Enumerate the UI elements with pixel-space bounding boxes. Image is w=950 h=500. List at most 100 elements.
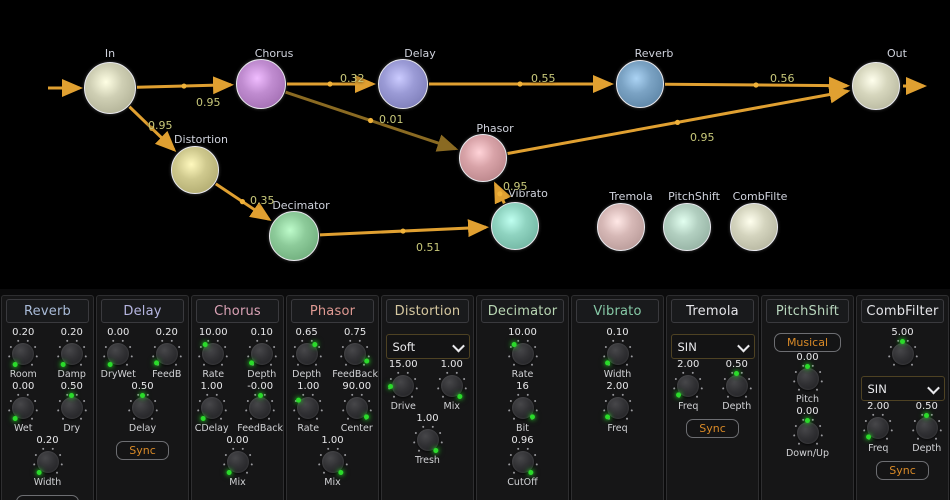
- knob-control[interactable]: 1.00 Tresh: [404, 413, 452, 467]
- knob-dial[interactable]: [291, 339, 322, 369]
- panel-header[interactable]: CombFilter: [861, 299, 944, 323]
- effect-panel-distortion[interactable]: Distortion Soft 15.00 Drive 1.00 Mix 1.00 Tresh: [381, 295, 474, 500]
- edge-weight-label[interactable]: 0.56: [770, 72, 795, 85]
- graph-node-decimator[interactable]: [269, 211, 319, 261]
- knob-dial[interactable]: [507, 447, 538, 477]
- knob-control[interactable]: 0.00 Down/Up: [784, 406, 832, 460]
- knob-control[interactable]: 0.00 Mix: [214, 435, 262, 489]
- knob-dial[interactable]: [8, 393, 39, 423]
- effect-panel-pitchshift[interactable]: PitchShift Musical 0.00 Pitch 0.00 Down/Up: [761, 295, 854, 500]
- panel-header[interactable]: Reverb: [6, 299, 89, 323]
- graph-node-out[interactable]: [852, 62, 900, 110]
- toggle-button-sync[interactable]: Sync: [876, 461, 929, 480]
- panel-header[interactable]: Distortion: [386, 299, 469, 323]
- knob-control[interactable]: -0.00 FeedBack: [237, 381, 283, 435]
- knob-control[interactable]: 0.65 Depth: [287, 327, 326, 381]
- effect-panel-vibrato[interactable]: Vibrato 0.10 Width 2.00 Freq: [571, 295, 664, 500]
- knob-dial[interactable]: [127, 392, 158, 423]
- edge-weight-handle[interactable]: [239, 199, 246, 205]
- effect-panel-reverb[interactable]: Reverb 0.20 Room 0.20 Damp 0.00 Wet 0.50 Dry 0.20…: [1, 295, 94, 500]
- edge-weight-label[interactable]: 0.95: [690, 131, 715, 144]
- knob-control[interactable]: 0.50 Depth: [906, 401, 949, 455]
- knob-dial[interactable]: [792, 417, 823, 448]
- knob-control[interactable]: 0.96 CutOff: [499, 435, 547, 489]
- knob-dial[interactable]: [341, 393, 372, 423]
- knob-control[interactable]: 0.20 Damp: [51, 327, 94, 381]
- knob-control[interactable]: 0.10 Depth: [241, 327, 284, 381]
- graph-node-phasor[interactable]: [459, 134, 507, 182]
- knob-control[interactable]: 0.10 Width: [594, 327, 642, 381]
- edge-weight-handle[interactable]: [181, 83, 187, 89]
- knob-control[interactable]: 0.50 Dry: [51, 381, 94, 435]
- knob-control[interactable]: 0.20 FeedB: [146, 327, 189, 381]
- panel-header[interactable]: Tremola: [671, 299, 754, 323]
- knob-dial[interactable]: [222, 447, 253, 477]
- knob-dial[interactable]: [863, 413, 894, 443]
- edge-weight-label[interactable]: 0.01: [379, 113, 404, 126]
- knob-control[interactable]: 0.50 Delay: [119, 381, 167, 435]
- toggle-button-no-tail[interactable]: No Tail: [16, 495, 79, 500]
- knob-dial[interactable]: [196, 393, 227, 423]
- edge-weight-label[interactable]: 0.35: [250, 194, 275, 207]
- edge-weight-label[interactable]: 0.55: [531, 72, 556, 85]
- knob-dial[interactable]: [507, 339, 538, 369]
- knob-control[interactable]: 0.75 FeedBack: [332, 327, 378, 381]
- signal-flow-graph[interactable]: In Chorus Delay Reverb Out Distortion Phasor De…: [0, 0, 950, 288]
- effect-panel-tremola[interactable]: Tremola SIN 2.00 Freq 0.50 Depth Sync: [666, 295, 759, 500]
- edge-weight-handle[interactable]: [517, 81, 523, 87]
- graph-node-vibrato[interactable]: [491, 202, 539, 250]
- panel-header[interactable]: Decimator: [481, 299, 564, 323]
- knob-control[interactable]: 2.00 Freq: [857, 401, 900, 455]
- knob-dial[interactable]: [507, 393, 538, 423]
- graph-node-reverb[interactable]: [616, 60, 664, 108]
- knob-control[interactable]: 1.00 Mix: [431, 359, 474, 413]
- knob-dial[interactable]: [387, 371, 419, 401]
- graph-node-in[interactable]: [84, 62, 136, 114]
- knob-dial[interactable]: [340, 339, 371, 369]
- knob-dial[interactable]: [151, 339, 182, 369]
- knob-control[interactable]: 0.20 Width: [24, 435, 72, 489]
- knob-dial[interactable]: [602, 339, 633, 369]
- edge-weight-label[interactable]: 0.32: [340, 72, 365, 85]
- knob-dial[interactable]: [792, 363, 823, 394]
- toggle-button-sync[interactable]: Sync: [686, 419, 739, 438]
- panel-header[interactable]: Phasor: [291, 299, 374, 323]
- knob-control[interactable]: 16 Bit: [499, 381, 547, 435]
- panel-header[interactable]: PitchShift: [766, 299, 849, 323]
- knob-dial[interactable]: [8, 339, 39, 369]
- knob-control[interactable]: 1.00 CDelay: [192, 381, 231, 435]
- knob-dial[interactable]: [911, 412, 942, 443]
- knob-control[interactable]: 5.00: [879, 327, 927, 369]
- graph-node-pitchshift[interactable]: [663, 203, 711, 251]
- knob-control[interactable]: 0.00 DryWet: [97, 327, 140, 381]
- effect-panel-combfilter[interactable]: CombFilter 5.00 SIN 2.00 Freq 0.50 Depth Sync: [856, 295, 949, 500]
- edge-weight-label[interactable]: 0.95: [196, 96, 221, 109]
- knob-control[interactable]: 2.00 Freq: [667, 359, 710, 413]
- edge-weight-handle[interactable]: [327, 81, 333, 87]
- graph-node-tremola[interactable]: [597, 203, 645, 251]
- knob-control[interactable]: 0.00 Pitch: [784, 352, 832, 406]
- knob-dial[interactable]: [602, 393, 633, 423]
- knob-control[interactable]: 1.00 Mix: [309, 435, 357, 489]
- effect-panel-phasor[interactable]: Phasor 0.65 Depth 0.75 FeedBack 1.00 Rate 90.00…: [286, 295, 379, 500]
- panel-header[interactable]: Chorus: [196, 299, 279, 323]
- toggle-button-musical[interactable]: Musical: [773, 333, 842, 352]
- knob-dial[interactable]: [436, 371, 467, 401]
- edge-weight-handle[interactable]: [400, 228, 406, 234]
- edge-weight-handle[interactable]: [753, 82, 759, 88]
- knob-dial[interactable]: [317, 447, 348, 477]
- knob-dial[interactable]: [103, 339, 134, 369]
- graph-node-chorus[interactable]: [236, 59, 286, 109]
- knob-dial[interactable]: [887, 338, 918, 369]
- knob-control[interactable]: 15.00 Drive: [382, 359, 425, 413]
- knob-dial[interactable]: [32, 447, 63, 477]
- knob-dial[interactable]: [721, 370, 752, 401]
- edge-weight-handle[interactable]: [674, 119, 681, 125]
- graph-node-delay[interactable]: [378, 59, 428, 109]
- knob-dial[interactable]: [245, 392, 276, 423]
- knob-control[interactable]: 90.00 Center: [336, 381, 379, 435]
- knob-control[interactable]: 10.00 Rate: [499, 327, 547, 381]
- panel-header[interactable]: Vibrato: [576, 299, 659, 323]
- knob-control[interactable]: 1.00 Rate: [287, 381, 330, 435]
- knob-dial[interactable]: [673, 371, 704, 401]
